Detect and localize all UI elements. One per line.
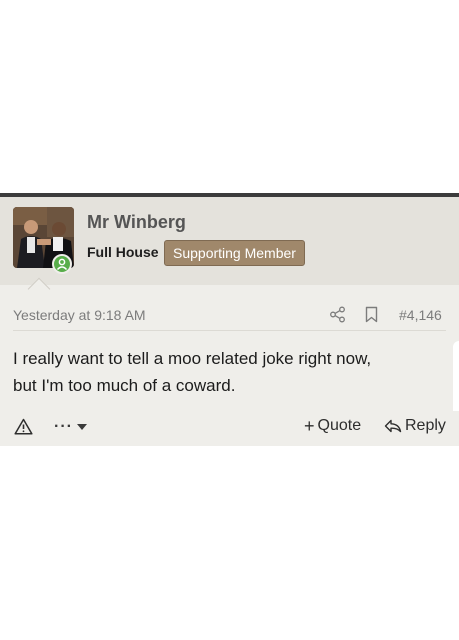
forum-post: Mr Winberg Full House Supporting Member … (0, 193, 459, 446)
chevron-down-icon (76, 424, 87, 430)
bookmark-icon[interactable] (364, 306, 379, 323)
reply-label: Reply (405, 417, 446, 434)
reply-button[interactable]: Reply (384, 417, 446, 435)
post-message: I really want to tell a moo related joke… (13, 345, 433, 399)
more-dots: ··· (54, 418, 73, 435)
quote-label: Quote (317, 417, 362, 434)
user-title: Full House (87, 244, 159, 260)
meta-divider (13, 330, 446, 331)
post-date[interactable]: Yesterday at 9:18 AM (13, 307, 146, 323)
reply-icon (384, 419, 402, 433)
quote-button[interactable]: + Quote (304, 417, 361, 435)
plus-icon: + (304, 416, 315, 436)
user-badge: Supporting Member (164, 240, 305, 266)
scroll-edge (453, 341, 459, 411)
share-icon[interactable] (329, 306, 346, 323)
message-line: but I'm too much of a coward. (13, 376, 236, 395)
post-user-header: Mr Winberg Full House Supporting Member (0, 197, 459, 301)
post-number[interactable]: #4,146 (399, 307, 442, 323)
more-options-button[interactable]: ··· (54, 417, 87, 437)
online-indicator-icon (52, 254, 72, 274)
header-pointer (27, 277, 51, 301)
warning-icon[interactable] (14, 418, 33, 435)
username[interactable]: Mr Winberg (87, 212, 186, 233)
message-line: I really want to tell a moo related joke… (13, 349, 372, 368)
